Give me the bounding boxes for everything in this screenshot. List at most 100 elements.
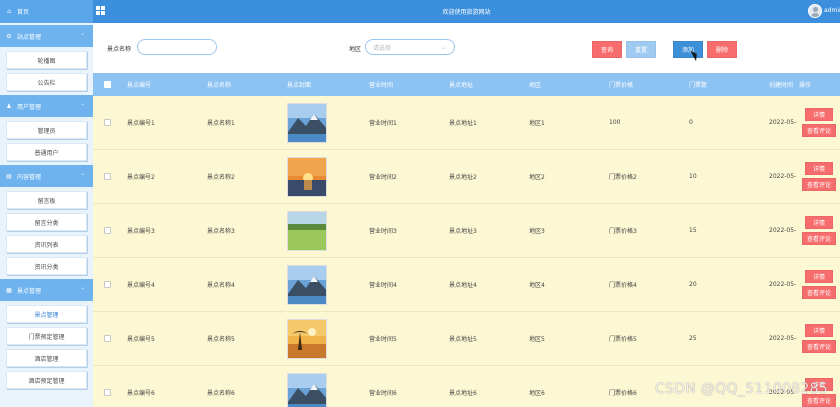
cell-tickets: 0 (689, 119, 693, 126)
row-checkbox[interactable] (104, 281, 111, 288)
cell-code: 景点编号4 (127, 282, 155, 289)
username[interactable]: admin (824, 7, 840, 14)
header-time: 营业时间 (369, 82, 394, 89)
sidebar-item-news[interactable]: 资讯列表 (6, 235, 87, 253)
reset-button[interactable]: 重置 (626, 41, 656, 58)
select-all-checkbox[interactable] (104, 81, 111, 88)
view-reviews-button[interactable]: 查看评论 (802, 232, 836, 245)
sidebar-item-notice[interactable]: 公告栏 (6, 73, 87, 91)
row-checkbox[interactable] (104, 389, 111, 396)
sidebar: ⌂ 首页 ⚙ 站点管理 ⌃ 轮播图 公告栏 ♟ 用户管理 ⌃ 管理员 普通用户 … (0, 0, 93, 407)
header-code: 景点编号 (127, 82, 152, 89)
cover-image (287, 372, 327, 407)
sidebar-group-content[interactable]: ▤ 内容管理 ⌃ (0, 165, 93, 187)
delete-button[interactable]: 删除 (707, 41, 737, 58)
view-reviews-button[interactable]: 查看评论 (802, 124, 836, 137)
detail-button[interactable]: 详情 (805, 270, 833, 283)
sidebar-group-scenic[interactable]: ▦ 景点管理 ⌃ (0, 279, 93, 301)
sidebar-item-carousel[interactable]: 轮播图 (6, 51, 87, 69)
cell-tickets: 25 (689, 335, 697, 342)
sidebar-group-site[interactable]: ⚙ 站点管理 ⌃ (0, 25, 93, 47)
detail-button[interactable]: 详情 (805, 108, 833, 121)
welcome-text: 欢迎使用旅游网站 (442, 9, 491, 16)
sidebar-group-label: 内容管理 (17, 173, 42, 181)
detail-button[interactable]: 详情 (805, 162, 833, 175)
cell-address: 景点地址6 (449, 390, 477, 397)
cell-created: 2022-05- (769, 335, 797, 342)
sidebar-group-users[interactable]: ♟ 用户管理 ⌃ (0, 95, 93, 117)
detail-button[interactable]: 详情 (805, 216, 833, 229)
row-actions: 详情 查看评论 (799, 162, 839, 191)
cell-tickets: 15 (689, 227, 697, 234)
row-checkbox[interactable] (104, 119, 111, 126)
sidebar-group-label: 景点管理 (17, 287, 42, 295)
cell-code: 景点编号2 (127, 174, 155, 181)
row-checkbox[interactable] (104, 335, 111, 342)
row-checkbox[interactable] (104, 173, 111, 180)
cell-name: 景点名称4 (207, 282, 235, 289)
header-address: 景点地址 (449, 82, 474, 89)
add-button[interactable]: 添加 (673, 41, 703, 58)
table-row: 景点编号3 景点名称3 营业时间3 景点地址3 地区3 门票价格3 15 202… (93, 204, 840, 258)
chevron-up-icon: ⌃ (79, 172, 85, 180)
sidebar-item-scenic[interactable]: 景点管理 (6, 305, 87, 323)
row-actions: 详情 查看评论 (799, 108, 839, 137)
query-button[interactable]: 查询 (592, 41, 622, 58)
sidebar-item-users[interactable]: 普通用户 (6, 143, 87, 161)
cell-time: 营业时间3 (369, 228, 397, 235)
sidebar-item-hotel[interactable]: 酒店管理 (6, 349, 87, 367)
sidebar-home[interactable]: ⌂ 首页 (0, 0, 93, 23)
user-icon: ♟ (6, 102, 12, 110)
cell-created: 2022-05- (769, 119, 797, 126)
watermark: CSDN @QQ_511008285 (655, 381, 828, 397)
row-actions: 详情 查看评论 (799, 324, 839, 353)
cell-created: 2022-05- (769, 281, 797, 288)
sidebar-item-messages[interactable]: 留言板 (6, 191, 87, 209)
area-select[interactable]: 请选择 ⌄ (365, 39, 455, 55)
name-label: 景点名称 (107, 46, 132, 53)
avatar[interactable] (808, 4, 822, 18)
view-reviews-button[interactable]: 查看评论 (802, 178, 836, 191)
row-actions: 详情 查看评论 (799, 270, 839, 299)
name-input[interactable] (137, 39, 217, 55)
row-checkbox[interactable] (104, 227, 111, 234)
area-label: 地区 (349, 46, 362, 53)
cell-tickets: 20 (689, 281, 697, 288)
cell-price: 门票价格4 (609, 282, 637, 289)
sidebar-item-message-categories[interactable]: 留言分类 (6, 213, 87, 231)
home-icon: ⌂ (7, 8, 11, 15)
chevron-up-icon: ⌃ (79, 102, 85, 110)
table-row: 景点编号4 景点名称4 营业时间4 景点地址4 地区4 门票价格4 20 202… (93, 258, 840, 312)
settings-icon: ⚙ (6, 32, 12, 40)
cell-time: 营业时间4 (369, 282, 397, 289)
cell-tickets: 10 (689, 173, 697, 180)
sidebar-item-admins[interactable]: 管理员 (6, 121, 87, 139)
cell-name: 景点名称6 (207, 390, 235, 397)
cell-area: 地区6 (529, 390, 545, 397)
cell-area: 地区5 (529, 336, 545, 343)
view-reviews-button[interactable]: 查看评论 (802, 340, 836, 353)
cell-price: 门票价格5 (609, 336, 637, 343)
sidebar-item-ticket-booking[interactable]: 门票预定管理 (6, 327, 87, 345)
chevron-down-icon: ⌄ (440, 44, 446, 51)
sidebar-item-hotel-booking[interactable]: 酒店预定管理 (6, 371, 87, 389)
detail-button[interactable]: 详情 (805, 324, 833, 337)
cell-address: 景点地址4 (449, 282, 477, 289)
cell-code: 景点编号1 (127, 120, 155, 127)
cover-image (287, 264, 327, 305)
search-bar: 景点名称 地区 请选择 ⌄ 查询 重置 添加 删除 (93, 23, 840, 73)
cell-price: 门票价格6 (609, 390, 637, 397)
grid-icon: ▦ (6, 286, 12, 294)
cell-area: 地区3 (529, 228, 545, 235)
cover-image (287, 156, 327, 197)
cell-time: 营业时间5 (369, 336, 397, 343)
cell-address: 景点地址5 (449, 336, 477, 343)
cell-time: 营业时间2 (369, 174, 397, 181)
sidebar-item-news-categories[interactable]: 资讯分类 (6, 257, 87, 275)
view-reviews-button[interactable]: 查看评论 (802, 286, 836, 299)
header-name: 景点名称 (207, 82, 232, 89)
cell-created: 2022-05- (769, 227, 797, 234)
cell-created: 2022-05- (769, 173, 797, 180)
header-actions: 操作 (799, 82, 812, 89)
cell-area: 地区1 (529, 120, 545, 127)
